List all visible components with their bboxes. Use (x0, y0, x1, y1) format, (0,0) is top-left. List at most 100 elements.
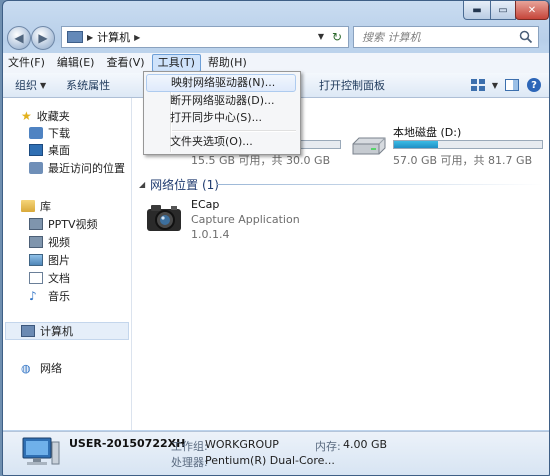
organize-label: 组织 (15, 79, 37, 92)
nav-favorites[interactable]: ★ 收藏夹 (21, 108, 70, 124)
nav-music[interactable]: ♪ 音乐 (29, 288, 70, 304)
nav-documents-label: 文档 (48, 272, 70, 285)
maximize-button[interactable]: ▭ (490, 1, 516, 20)
search-input[interactable]: 搜索 计算机 (362, 29, 519, 45)
nav-recent[interactable]: 最近访问的位置 (29, 160, 125, 176)
view-dropdown-icon[interactable]: ▼ (491, 76, 499, 94)
nav-favorites-label: 收藏夹 (36, 110, 70, 123)
nav-recent-label: 最近访问的位置 (48, 162, 125, 175)
menu-item-disconnect-network-drive[interactable]: 断开网络驱动器(D)... (146, 92, 296, 110)
search-box[interactable]: 搜索 计算机 (353, 26, 539, 48)
computer-icon (21, 325, 35, 337)
drive-d-usage-fill (394, 141, 439, 148)
documents-icon (29, 272, 43, 284)
nav-desktop[interactable]: 桌面 (29, 142, 70, 158)
refresh-icon[interactable]: ↻ (329, 30, 345, 44)
menu-item-open-sync-center[interactable]: 打开同步中心(S)... (146, 109, 296, 127)
downloads-folder-icon (29, 127, 43, 139)
menu-item-map-network-drive[interactable]: 映射网络驱动器(N)... (146, 74, 296, 92)
processor-value: Pentium(R) Dual-Core... (205, 454, 335, 467)
network-icon: ◍ (21, 361, 31, 375)
drive-d-usage-bar (393, 140, 543, 149)
network-location-label: 网络位置 (1) (150, 178, 219, 192)
explorer-window: ▬ ▭ ✕ ◀ ▶ ▶ 计算机 ▶ ▼ ↻ 搜索 计算机 文件(F) 编辑(E)… (2, 0, 550, 476)
navigation-pane: ★ 收藏夹 下载 桌面 最近访问的位置 库 PPTV视频 视频 图片 文档 ♪ … (3, 98, 132, 430)
nav-pptv-label: PPTV视频 (48, 218, 98, 231)
toolbar-right: ▼ ? (465, 76, 543, 94)
nav-network-label: 网络 (40, 362, 62, 375)
menu-help[interactable]: 帮助(H) (203, 54, 252, 72)
address-row: ◀ ▶ ▶ 计算机 ▶ ▼ ↻ 搜索 计算机 (3, 25, 549, 53)
desktop-icon (29, 144, 43, 156)
nav-desktop-label: 桌面 (48, 144, 70, 157)
close-icon: ✕ (527, 4, 537, 16)
nav-music-label: 音乐 (48, 290, 70, 303)
details-pane: USER-20150722XH 工作组: WORKGROUP 内存: 4.00 … (3, 431, 549, 475)
collapse-triangle-icon[interactable]: ◢ (139, 180, 145, 189)
menu-edit[interactable]: 编辑(E) (52, 54, 100, 72)
nav-downloads[interactable]: 下载 (29, 125, 70, 141)
minimize-icon: ▬ (472, 4, 482, 16)
menu-separator (172, 130, 296, 132)
nav-pptv[interactable]: PPTV视频 (29, 216, 98, 232)
menu-view[interactable]: 查看(V) (101, 54, 149, 72)
address-dropdown-icon[interactable]: ▼ (318, 32, 324, 41)
nav-videos-label: 视频 (48, 236, 70, 249)
organize-button[interactable]: 组织 ▼ (15, 77, 46, 93)
breadcrumb-chevron-icon[interactable]: ▶ (134, 33, 140, 42)
maximize-icon: ▭ (498, 4, 508, 16)
computer-icon (67, 31, 83, 43)
address-bar[interactable]: ▶ 计算机 ▶ ▼ ↻ (61, 26, 349, 48)
workgroup-value: WORKGROUP (205, 438, 279, 451)
forward-button[interactable]: ▶ (31, 26, 55, 50)
back-arrow-icon: ◀ (14, 31, 24, 45)
nav-videos[interactable]: 视频 (29, 234, 70, 250)
drive-d-name: 本地磁盘 (D:) (393, 126, 462, 139)
network-item-version: 1.0.1.4 (191, 228, 230, 241)
open-control-panel-button[interactable]: 打开控制面板 (319, 77, 385, 93)
camera-icon (147, 205, 181, 231)
computer-icon (22, 437, 60, 465)
processor-label: 处理器: (171, 456, 208, 469)
nav-pictures[interactable]: 图片 (29, 252, 70, 268)
minimize-button[interactable]: ▬ (463, 1, 491, 20)
star-icon: ★ (21, 109, 32, 123)
menu-file[interactable]: 文件(F) (3, 54, 50, 72)
menu-item-folder-options[interactable]: 文件夹选项(O)... (146, 133, 296, 151)
nav-documents[interactable]: 文档 (29, 270, 70, 286)
group-divider (217, 184, 543, 185)
pictures-icon (29, 254, 43, 266)
drive-d-capacity: 57.0 GB 可用，共 81.7 GB (393, 154, 533, 167)
preview-pane-icon[interactable] (503, 76, 521, 94)
workgroup-label: 工作组: (171, 440, 208, 453)
nav-libraries-label: 库 (40, 200, 51, 213)
memory-value: 4.00 GB (343, 438, 388, 451)
close-button[interactable]: ✕ (515, 1, 549, 20)
title-bar: ▬ ▭ ✕ (3, 1, 549, 23)
breadcrumb-computer[interactable]: 计算机 (97, 29, 130, 45)
nav-computer[interactable]: 计算机 (21, 323, 73, 339)
help-icon[interactable]: ? (525, 76, 543, 94)
breadcrumb-chevron-icon: ▶ (87, 32, 94, 42)
back-button[interactable]: ◀ (7, 26, 31, 50)
video-icon (29, 236, 43, 248)
memory-label: 内存: (315, 440, 341, 453)
music-icon: ♪ (29, 289, 37, 303)
recent-places-icon (29, 162, 43, 174)
nav-network[interactable]: ◍ 网络 (21, 360, 62, 376)
network-item-description: Capture Application (191, 213, 300, 226)
nav-computer-label: 计算机 (40, 325, 73, 338)
nav-pictures-label: 图片 (48, 254, 70, 267)
hard-drive-icon (352, 137, 386, 155)
drive-d[interactable]: 本地磁盘 (D:) 57.0 GB 可用，共 81.7 GB (351, 124, 543, 170)
nav-libraries[interactable]: 库 (21, 198, 51, 214)
menu-tools[interactable]: 工具(T) (151, 54, 201, 72)
computer-name: USER-20150722XH (69, 437, 186, 450)
tools-dropdown-menu: 映射网络驱动器(N)... 断开网络驱动器(D)... 打开同步中心(S)...… (143, 71, 301, 155)
video-library-icon (29, 218, 43, 230)
view-options-icon[interactable] (469, 76, 487, 94)
system-properties-button[interactable]: 系统属性 (66, 77, 110, 93)
chevron-down-icon: ▼ (40, 80, 47, 90)
system-properties-label: 系统属性 (66, 79, 111, 92)
network-location-group[interactable]: ◢ 网络位置 (1) (139, 176, 219, 193)
